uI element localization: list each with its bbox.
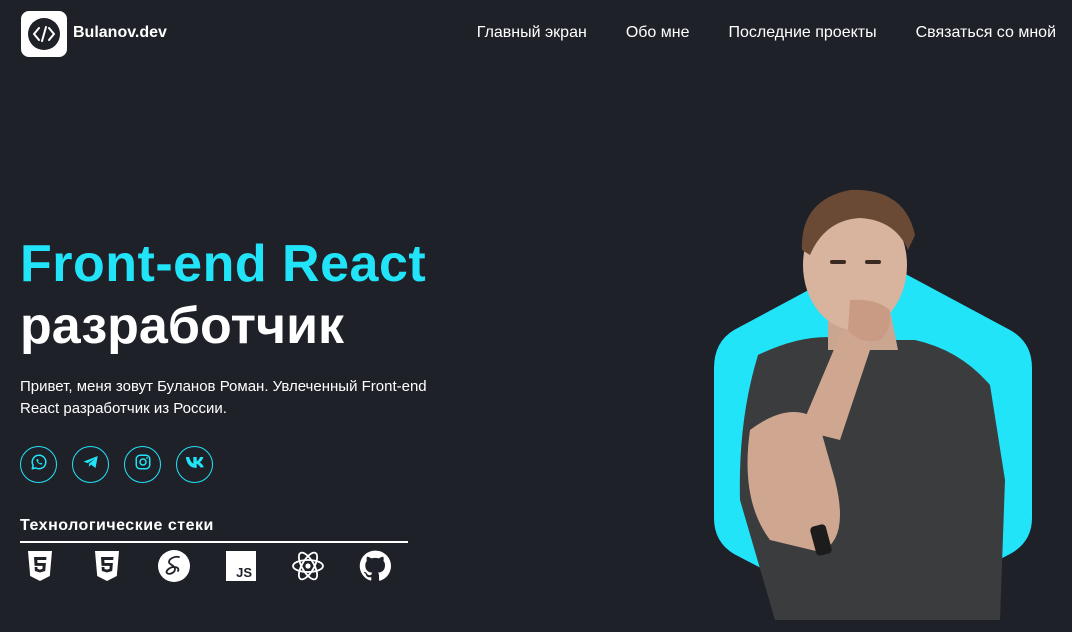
instagram-button[interactable]: [124, 446, 161, 483]
profile-portrait: [700, 180, 1050, 626]
tech-stack-icons: JS: [22, 548, 393, 584]
hero-title: Front-end React разработчик: [20, 238, 426, 352]
javascript-icon-label: JS: [236, 565, 252, 580]
html5-icon: [22, 548, 58, 584]
telegram-icon: [82, 453, 100, 476]
github-icon: [357, 548, 393, 584]
brand-name[interactable]: Bulanov.dev: [73, 24, 167, 42]
react-icon: [290, 548, 326, 584]
hero-title-line2: разработчик: [20, 297, 345, 355]
sass-icon: [156, 548, 192, 584]
instagram-icon: [134, 453, 152, 476]
code-brackets-icon: [28, 18, 60, 50]
vk-icon: [185, 455, 205, 474]
nav-link-about[interactable]: Обо мне: [626, 24, 690, 42]
nav-link-contact[interactable]: Связаться со мной: [916, 24, 1056, 42]
whatsapp-icon: [30, 453, 48, 476]
hero-title-line1: Front-end React: [20, 235, 427, 293]
css3-icon: [89, 548, 125, 584]
tech-stack-divider: [20, 541, 408, 543]
main-nav: Главный экран Обо мне Последние проекты …: [477, 24, 1056, 42]
nav-link-home[interactable]: Главный экран: [477, 24, 587, 42]
whatsapp-button[interactable]: [20, 446, 57, 483]
logo[interactable]: [21, 11, 67, 57]
tech-stack-title: Технологические стеки: [20, 517, 214, 534]
hero-intro: Привет, меня зовут Буланов Роман. Увлече…: [20, 378, 427, 417]
vk-button[interactable]: [176, 446, 213, 483]
social-links: [20, 446, 213, 483]
javascript-icon: JS: [223, 548, 259, 584]
site-header: Bulanov.dev Главный экран Обо мне Послед…: [0, 0, 1072, 70]
nav-link-projects[interactable]: Последние проекты: [729, 24, 877, 42]
telegram-button[interactable]: [72, 446, 109, 483]
